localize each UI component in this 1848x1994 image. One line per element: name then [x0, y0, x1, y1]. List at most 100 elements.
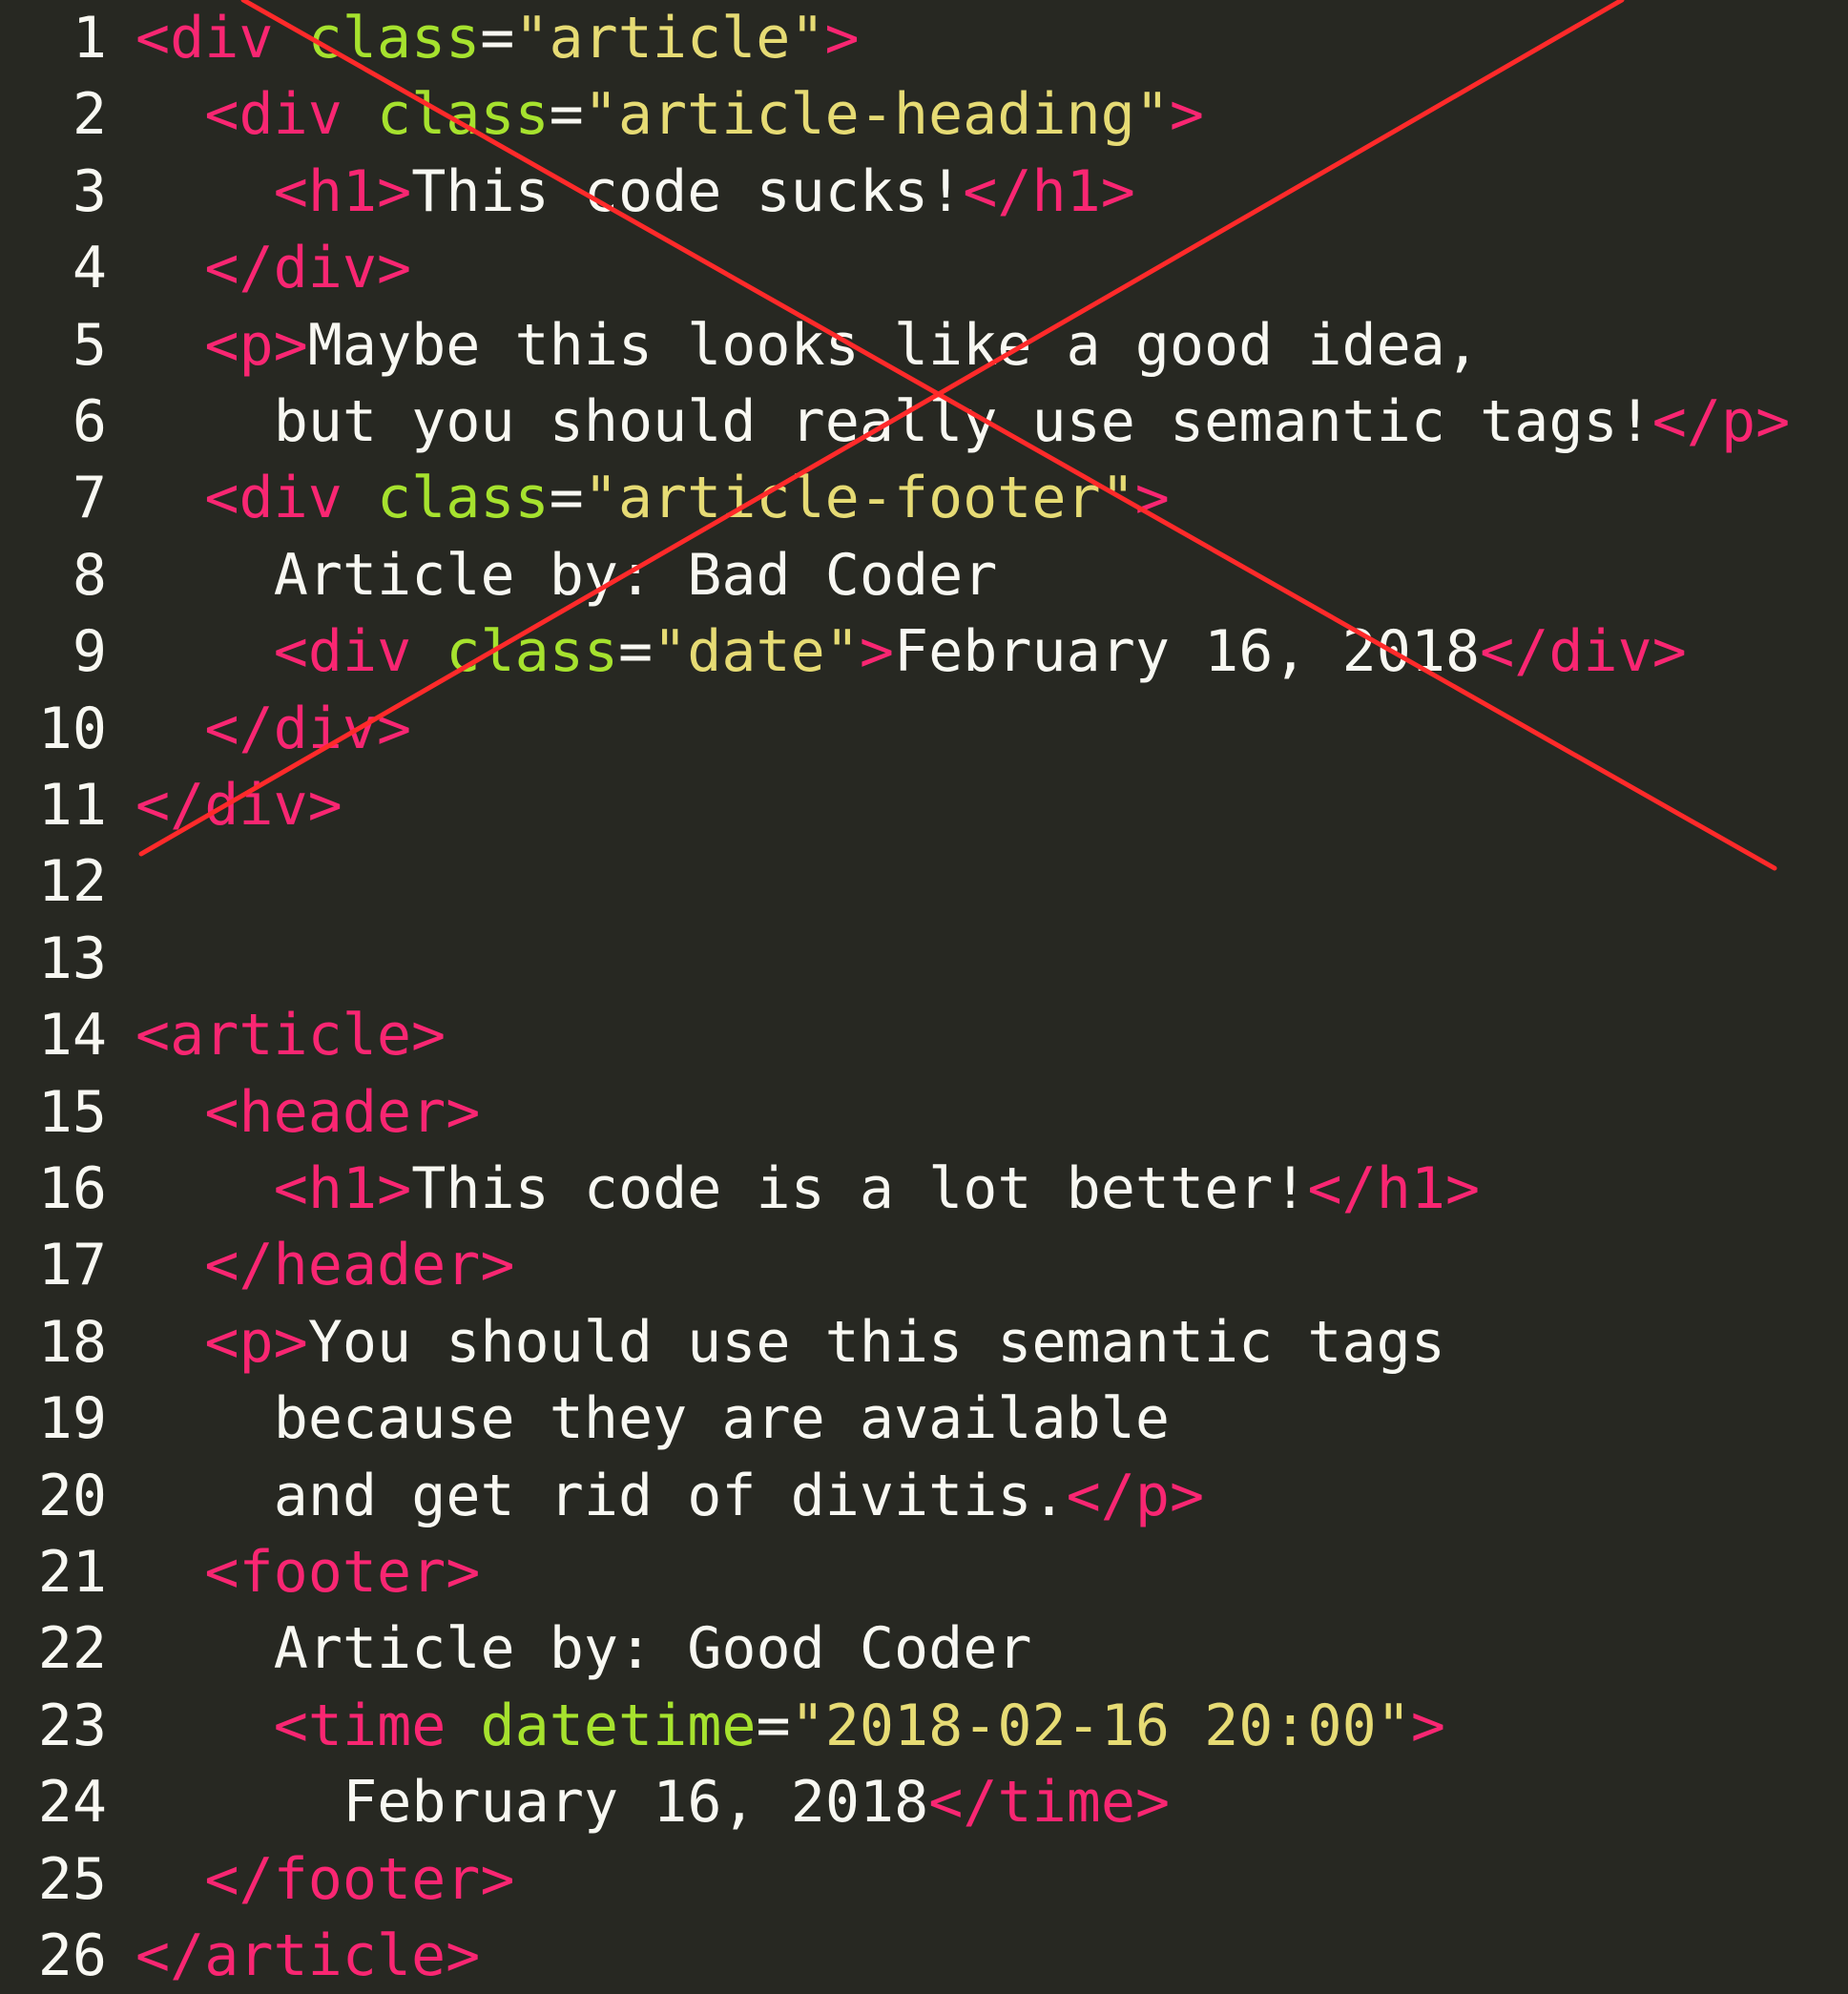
code-content: <p>You should use this semantic tags	[204, 1304, 1444, 1381]
code-line[interactable]: 12	[0, 843, 1848, 920]
code-content: and get rid of divitis.</p>	[274, 1458, 1204, 1534]
code-line[interactable]: 23 <time datetime="2018-02-16 20:00">	[0, 1688, 1848, 1764]
line-number: 13	[37, 924, 107, 992]
code-tag-token: <footer>	[204, 1539, 481, 1606]
code-tag-token: <div	[204, 81, 343, 149]
line-number: 26	[37, 1922, 107, 1989]
code-tag-token: <header>	[204, 1078, 481, 1146]
code-line[interactable]: 2 <div class="article-heading">	[0, 76, 1848, 153]
line-number: 11	[37, 772, 107, 839]
code-line[interactable]: 11 </div>	[0, 767, 1848, 843]
code-line[interactable]: 8 Article by: Bad Coder	[0, 537, 1848, 613]
code-attribute-token: datetime	[480, 1692, 757, 1759]
code-content: <h1>This code sucks!</h1>	[274, 154, 1135, 230]
line-number: 24	[37, 1769, 107, 1837]
code-content: </div>	[204, 691, 411, 767]
line-number: 3	[72, 157, 107, 225]
code-text-token: February 16, 2018	[894, 618, 1481, 686]
code-tag-token: <div	[135, 5, 274, 72]
code-equals-token: =	[549, 81, 584, 149]
line-number: 7	[72, 465, 107, 532]
code-tag-token: </p>	[1066, 1462, 1205, 1529]
code-tag-token: </div>	[1480, 618, 1687, 686]
code-tag-token: >	[824, 5, 860, 72]
code-editor[interactable]: 1 <div class="article"> 2 <div class="artic…	[0, 0, 1848, 1989]
code-content: </div>	[135, 767, 343, 843]
code-line[interactable]: 19 because they are available	[0, 1381, 1848, 1457]
code-attribute-token: class	[307, 5, 481, 72]
code-attribute-token: class	[377, 465, 550, 532]
code-content: Article by: Good Coder	[274, 1610, 1032, 1687]
code-line[interactable]: 1 <div class="article">	[0, 0, 1848, 76]
code-content: </div>	[204, 230, 411, 306]
code-line[interactable]: 16 <h1>This code is a lot better!</h1>	[0, 1151, 1848, 1227]
code-line[interactable]: 7 <div class="article-footer">	[0, 460, 1848, 536]
code-line[interactable]: 17 </header>	[0, 1227, 1848, 1303]
line-number: 15	[37, 1078, 107, 1146]
code-tag-token: </p>	[1651, 388, 1791, 455]
code-content: <div class="article">	[135, 0, 860, 76]
line-number: 12	[37, 848, 107, 916]
code-tag-token: </div>	[135, 772, 343, 839]
code-line[interactable]: 24 February 16, 2018</time>	[0, 1764, 1848, 1840]
code-text-token: Article by: Good Coder	[273, 1615, 1032, 1683]
line-number: 6	[72, 388, 107, 455]
code-tag-token: </article>	[135, 1922, 481, 1989]
code-content: <div class="date">February 16, 2018</div…	[274, 613, 1687, 690]
code-equals-token: =	[480, 5, 515, 72]
line-number: 14	[37, 1002, 107, 1070]
code-line[interactable]: 25 </footer>	[0, 1841, 1848, 1918]
code-tag-token: >	[859, 618, 895, 686]
code-line[interactable]: 13	[0, 921, 1848, 997]
code-text-token: because they are available	[273, 1385, 1170, 1453]
line-number: 1	[72, 5, 107, 72]
code-content: </footer>	[204, 1841, 514, 1918]
code-content: <article>	[135, 997, 446, 1073]
code-tag-token: >	[1169, 81, 1204, 149]
line-number: 9	[72, 618, 107, 686]
code-line[interactable]: 26 </article>	[0, 1918, 1848, 1994]
code-string-token: "article"	[514, 5, 825, 72]
code-content: </header>	[204, 1227, 514, 1303]
code-line[interactable]: 5 <p>Maybe this looks like a good idea,	[0, 307, 1848, 384]
code-line[interactable]: 18 <p>You should use this semantic tags	[0, 1304, 1848, 1381]
code-tag-token: </div>	[204, 695, 412, 762]
code-text-token: This code is a lot better!	[411, 1155, 1308, 1222]
code-line[interactable]: 15 <header>	[0, 1074, 1848, 1151]
code-text-token: February 16, 2018	[343, 1769, 929, 1837]
line-number: 8	[72, 541, 107, 609]
code-string-token: "2018-02-16 20:00"	[790, 1692, 1411, 1759]
code-line[interactable]: 20 and get rid of divitis.</p>	[0, 1458, 1848, 1534]
code-line[interactable]: 4 </div>	[0, 230, 1848, 306]
line-number: 18	[37, 1308, 107, 1376]
line-number: 2	[72, 81, 107, 149]
code-content: </article>	[135, 1918, 480, 1994]
code-tag-token: </h1>	[1307, 1155, 1481, 1222]
code-tag-token: <h1>	[273, 1155, 412, 1222]
code-text-token: and get rid of divitis.	[273, 1462, 1067, 1529]
code-line[interactable]: 6 but you should really use semantic tags…	[0, 384, 1848, 460]
code-content: <header>	[204, 1074, 480, 1151]
code-attribute-token: class	[446, 618, 619, 686]
line-number: 16	[37, 1155, 107, 1222]
code-line[interactable]: 14 <article>	[0, 997, 1848, 1073]
line-number: 25	[37, 1845, 107, 1913]
code-line[interactable]: 9 <div class="date">February 16, 2018</di…	[0, 613, 1848, 690]
line-number: 5	[72, 311, 107, 379]
code-content: <h1>This code is a lot better!</h1>	[274, 1151, 1480, 1227]
code-line[interactable]: 22 Article by: Good Coder	[0, 1610, 1848, 1687]
line-number: 22	[37, 1615, 107, 1683]
code-tag-token: </time>	[928, 1769, 1171, 1837]
code-line[interactable]: 3 <h1>This code sucks!</h1>	[0, 154, 1848, 230]
line-number: 23	[37, 1692, 107, 1759]
code-tag-token: <time	[273, 1692, 446, 1759]
code-content: but you should really use semantic tags!…	[274, 384, 1790, 460]
line-number: 20	[37, 1462, 107, 1529]
code-content: <footer>	[204, 1534, 480, 1610]
code-line[interactable]: 10 </div>	[0, 691, 1848, 767]
code-equals-token: =	[549, 465, 584, 532]
code-line[interactable]: 21 <footer>	[0, 1534, 1848, 1610]
